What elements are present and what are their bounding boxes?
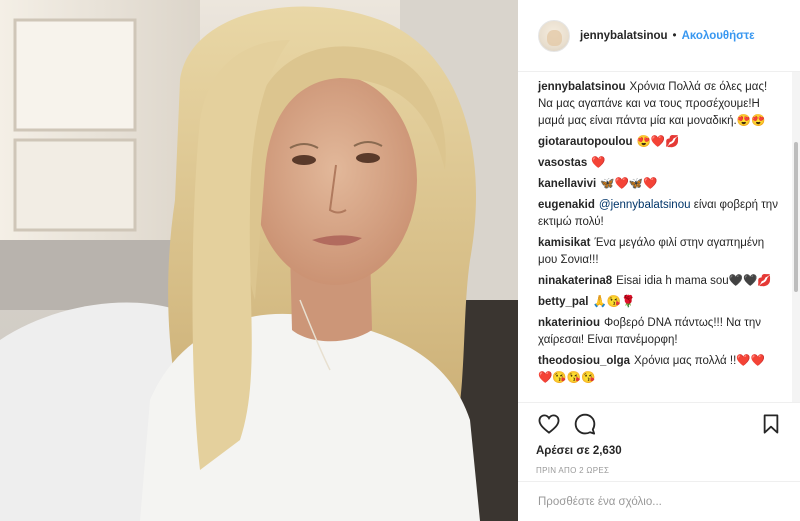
avatar[interactable] — [538, 19, 570, 52]
comment-text: ❤️ — [591, 157, 606, 169]
comments-list: jennybalatsinou Χρόνια Πολλά σε όλες μας!… — [518, 79, 800, 401]
comment-username[interactable]: jennybalatsinou — [538, 81, 626, 93]
comment-item: theodosiou_olga Χρόνια μας πολλά !!❤️❤️❤️… — [538, 353, 778, 387]
comment-mention[interactable]: @jennybalatsinou — [599, 199, 691, 211]
header-username[interactable]: jennybalatsinou — [580, 30, 668, 42]
comment-text: 😍❤️💋 — [636, 136, 680, 148]
follow-button[interactable]: Ακολουθήστε — [682, 30, 755, 42]
header-separator: • — [672, 29, 677, 42]
comment-username[interactable]: kamisikat — [538, 237, 590, 249]
instagram-post: jennybalatsinou • Ακολουθήστε jennybalat… — [0, 0, 800, 521]
post-time[interactable]: ΠΡΙΝ ΑΠΟ 2 ΩΡΕΣ — [536, 466, 784, 475]
portrait-image — [0, 0, 518, 521]
actions-section: Αρέσει σε 2,630 ΠΡΙΝ ΑΠΟ 2 ΩΡΕΣ — [518, 402, 800, 475]
comment-item: betty_pal 🙏😘🌹 — [538, 294, 778, 311]
post-header: jennybalatsinou • Ακολουθήστε — [518, 0, 800, 72]
comment-username[interactable]: theodosiou_olga — [538, 355, 630, 367]
comment-item: kanellavivi 🦋❤️🦋❤️ — [538, 176, 778, 193]
comment-item: giotarautopoulou 😍❤️💋 — [538, 134, 778, 151]
comment-input[interactable] — [538, 495, 778, 508]
comment-username[interactable]: kanellavivi — [538, 178, 596, 190]
comment-item: eugenakid @jennybalatsinou είναι φοβερή τ… — [538, 197, 778, 231]
comment-text: 🙏😘🌹 — [592, 296, 636, 308]
comment-item: nkateriniou Φοβερό DNA πάντως!!! Να την χ… — [538, 315, 778, 349]
action-icons — [536, 409, 784, 439]
comment-item: ninakaterina8 Eisai idia h mama sou🖤🖤💋 — [538, 273, 778, 290]
comment-username[interactable]: eugenakid — [538, 199, 595, 211]
comment-text: 🦋❤️🦋❤️ — [600, 178, 658, 190]
scrollbar-thumb[interactable] — [794, 142, 798, 292]
comment-username[interactable]: betty_pal — [538, 296, 589, 308]
bookmark-icon[interactable] — [758, 411, 784, 437]
post-photo[interactable] — [0, 0, 518, 521]
comment-username[interactable]: giotarautopoulou — [538, 136, 633, 148]
comment-username[interactable]: ninakaterina8 — [538, 275, 612, 287]
likes-count[interactable]: Αρέσει σε 2,630 — [536, 445, 784, 457]
comment-item: jennybalatsinou Χρόνια Πολλά σε όλες μας!… — [538, 79, 778, 130]
comments-scrollbar[interactable] — [792, 72, 800, 402]
side-panel: jennybalatsinou • Ακολουθήστε jennybalat… — [518, 0, 800, 521]
add-comment-bar — [518, 481, 800, 521]
comment-item: vasostas ❤️ — [538, 155, 778, 172]
comment-text: Eisai idia h mama sou🖤🖤💋 — [616, 275, 772, 287]
comment-item: kamisikat Ένα μεγάλο φιλί στην αγαπημένη … — [538, 235, 778, 269]
comment-bubble-icon[interactable] — [572, 411, 598, 437]
comment-username[interactable]: vasostas — [538, 157, 587, 169]
heart-icon[interactable] — [536, 411, 562, 437]
comment-username[interactable]: nkateriniou — [538, 317, 600, 329]
